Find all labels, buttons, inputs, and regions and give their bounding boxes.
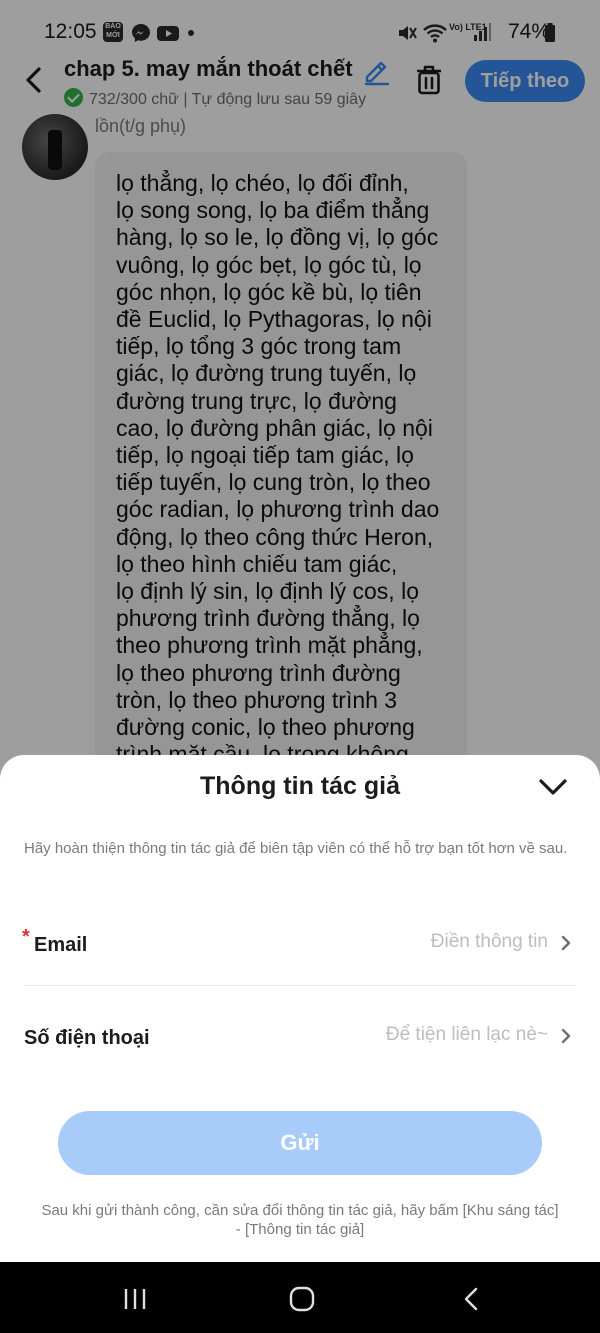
phone-label: Số điện thoại xyxy=(24,1027,150,1049)
email-placeholder: Điền thông tin xyxy=(430,931,548,952)
chevron-right-icon xyxy=(561,1028,571,1044)
email-label: Email xyxy=(34,934,88,956)
sheet-title: Thông tin tác giả xyxy=(200,772,400,800)
home-icon[interactable] xyxy=(288,1286,316,1312)
email-field[interactable]: * Email Điền thông tin xyxy=(22,905,576,986)
footer-note: Sau khi gửi thành công, cần sửa đổi thôn… xyxy=(41,1202,559,1238)
recent-apps-icon[interactable] xyxy=(121,1286,149,1312)
chevron-right-icon xyxy=(561,935,571,951)
phone-placeholder: Để tiện liên lạc nè~ xyxy=(385,1024,548,1045)
app-screen: 12:05 BÁO MỚI Vo) LTE1 74% chap 5. may m… xyxy=(0,0,600,1262)
sheet-description: Hãy hoàn thiện thông tin tác giả để biên… xyxy=(24,840,568,857)
back-nav-icon[interactable] xyxy=(460,1286,484,1312)
navigation-bar xyxy=(0,1262,600,1333)
submit-button[interactable]: Gửi xyxy=(58,1111,542,1175)
chevron-down-icon[interactable] xyxy=(538,775,568,799)
author-info-sheet: Thông tin tác giả Hãy hoàn thiện thông t… xyxy=(0,755,600,1262)
required-asterisk: * xyxy=(22,926,30,948)
phone-field[interactable]: Số điện thoại Để tiện liên lạc nè~ xyxy=(24,998,576,1078)
